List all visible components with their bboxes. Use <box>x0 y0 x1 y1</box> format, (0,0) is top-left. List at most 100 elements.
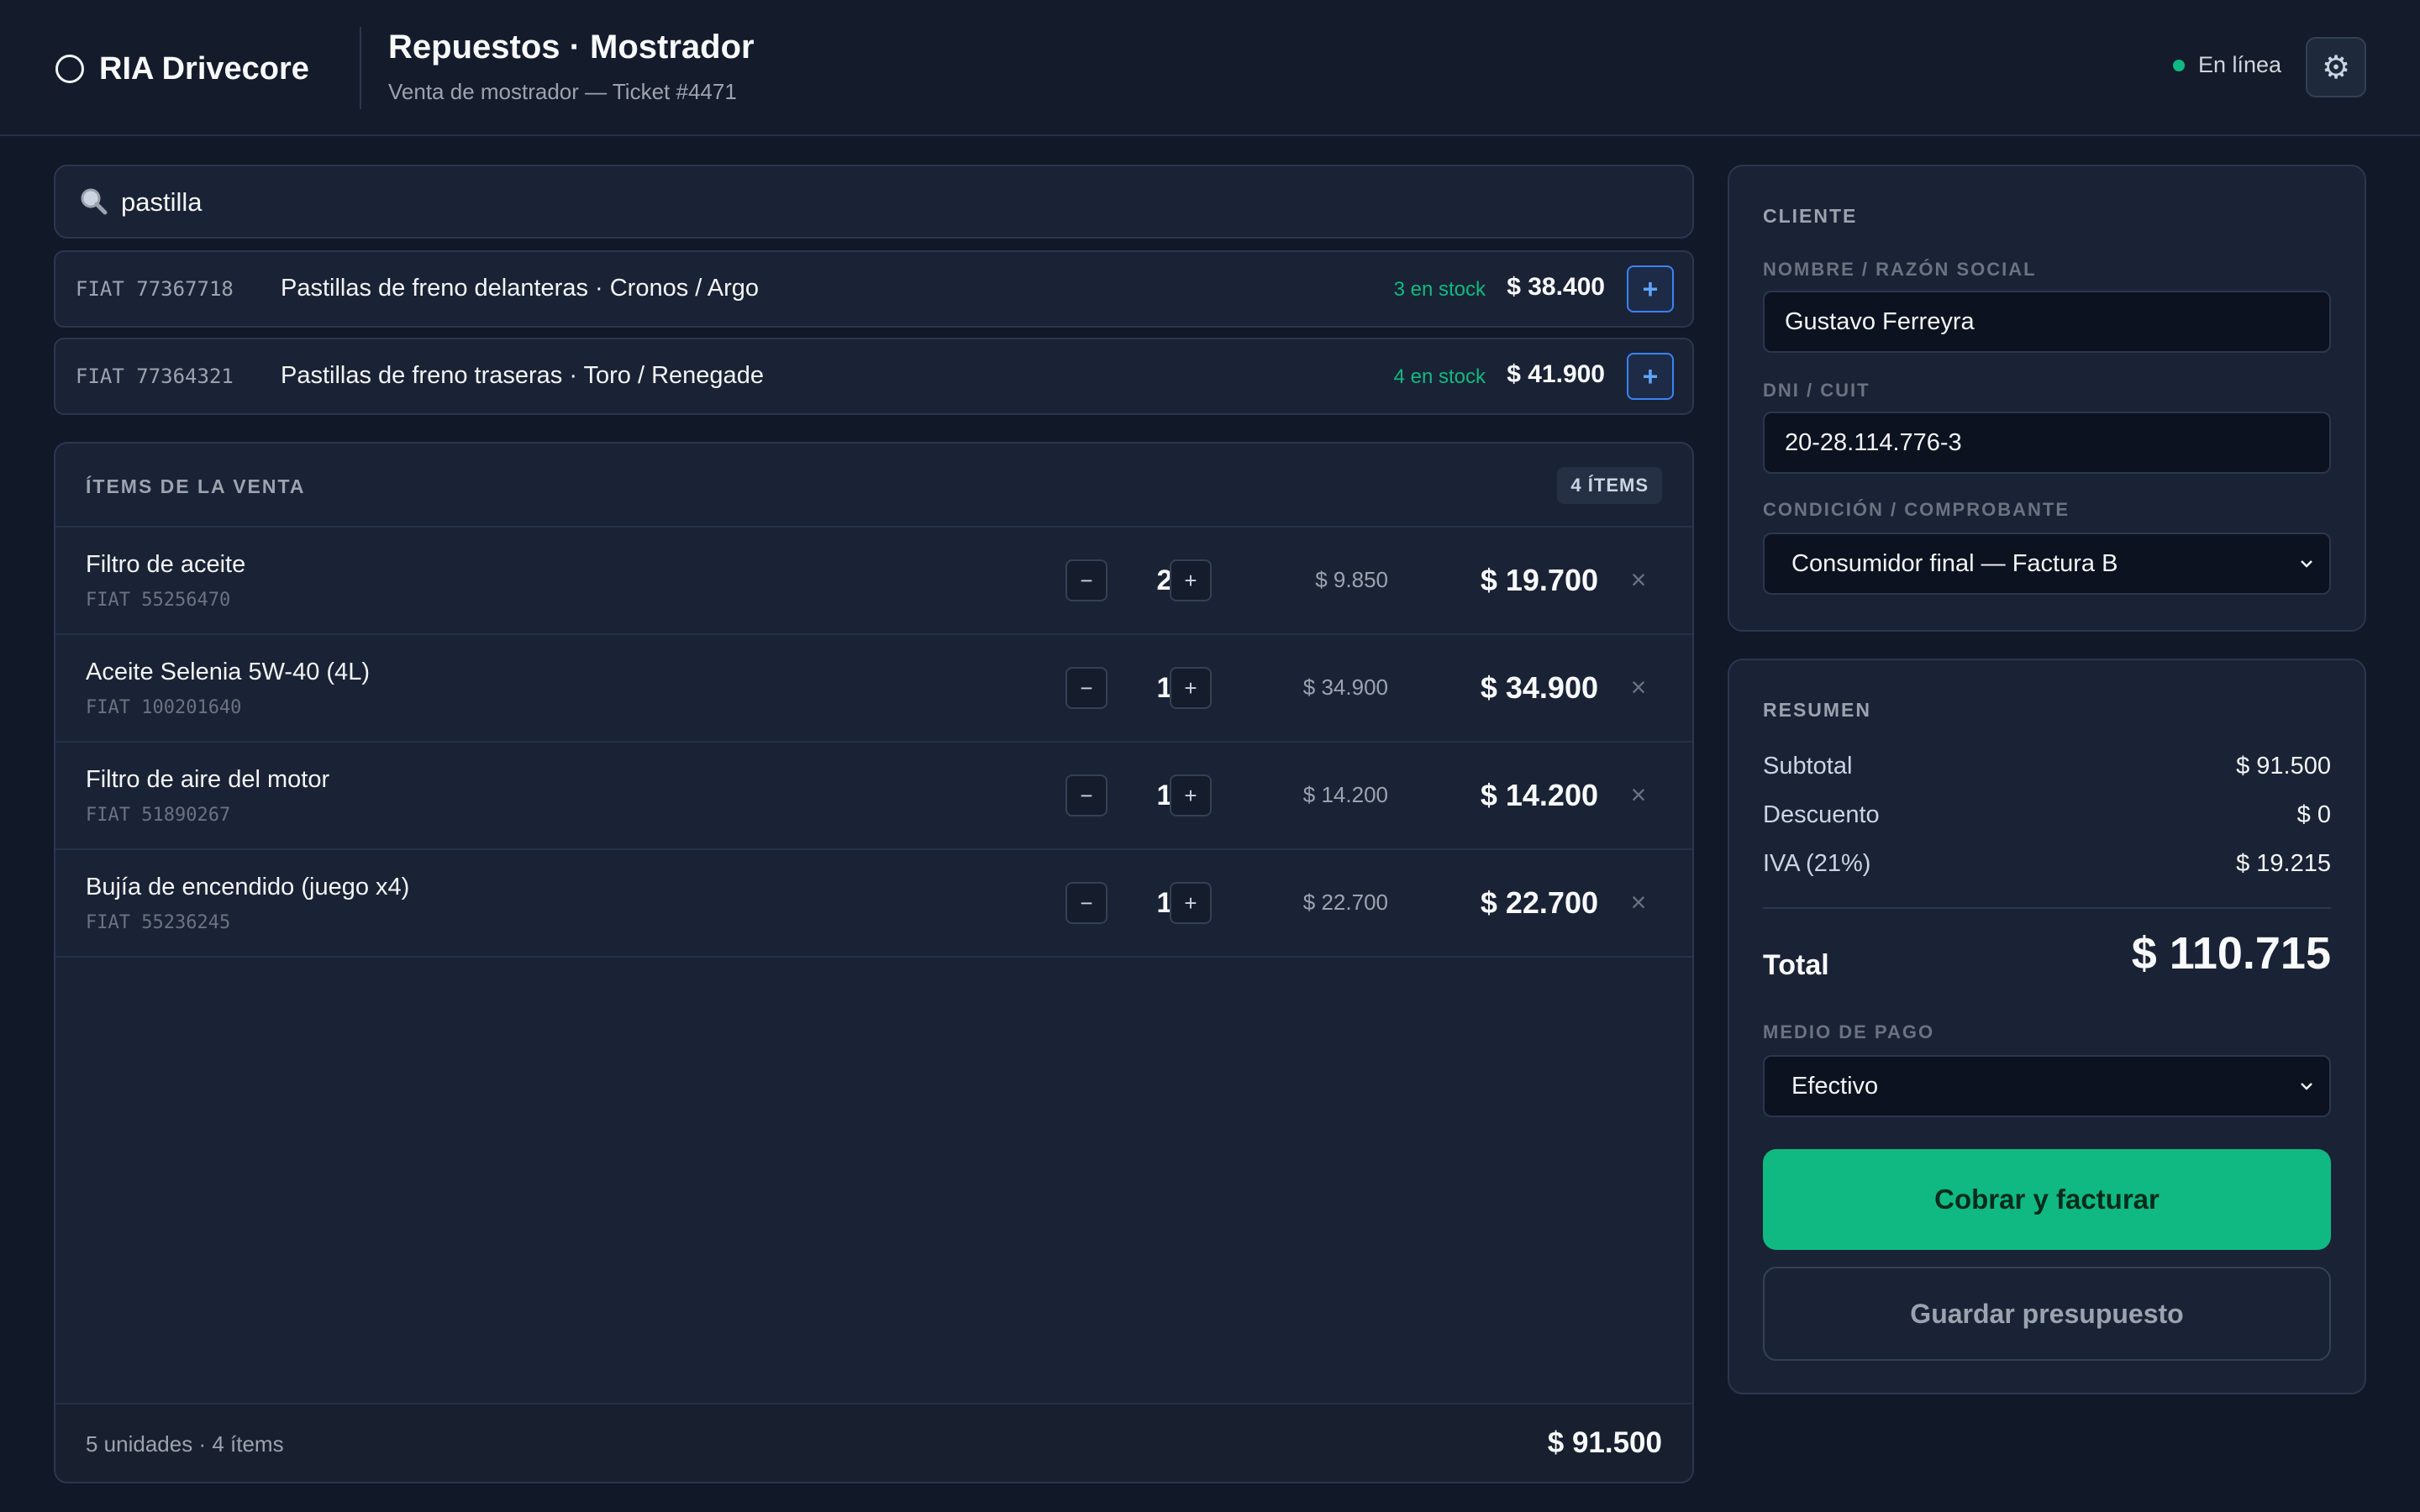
table-row: Bujía de encendido (juego x4) FIAT 55236… <box>55 850 1692 958</box>
table-row: Aceite Selenia 5W-40 (4L) FIAT 100201640… <box>55 635 1692 743</box>
table-row: Filtro de aire del motor FIAT 51890267 −… <box>55 743 1692 850</box>
subtotal-row: Subtotal $ 91.500 <box>1763 753 2331 780</box>
app-header: RIA Drivecore Repuestos · Mostrador Vent… <box>0 0 2420 136</box>
iva-row: IVA (21%) $ 19.215 <box>1763 850 2331 878</box>
item-unit-price: $ 9.850 <box>1315 567 1388 592</box>
remove-item-button[interactable]: × <box>1622 563 1655 596</box>
name-field[interactable]: Gustavo Ferreyra <box>1763 291 2331 353</box>
table-row: Filtro de aceite FIAT 55256470 − 2 + $ 9… <box>55 528 1692 635</box>
discount-label: Descuento <box>1763 801 1880 828</box>
brand: RIA Drivecore <box>55 45 309 92</box>
item-unit-price: $ 14.200 <box>1302 782 1388 807</box>
item-line-total: $ 19.700 <box>1480 563 1598 597</box>
chevron-down-icon <box>2301 560 2312 568</box>
add-to-sale-button[interactable]: + <box>1627 353 1674 400</box>
result-sku: FIAT 77367718 <box>76 277 234 301</box>
item-code: FIAT 100201640 <box>86 697 242 718</box>
item-line-total: $ 22.700 <box>1480 885 1598 920</box>
status-label: En línea <box>2198 52 2282 77</box>
decrease-qty-button[interactable]: − <box>1065 667 1107 709</box>
item-unit-price: $ 22.700 <box>1302 890 1388 915</box>
increase-qty-button[interactable]: + <box>1170 559 1212 601</box>
item-code: FIAT 55256470 <box>86 590 231 611</box>
result-stock: 4 en stock <box>1393 365 1486 388</box>
search-result[interactable]: FIAT 77364321 Pastillas de freno trasera… <box>54 338 1694 415</box>
discount-value: $ 0 <box>2296 801 2331 828</box>
condition-value: Consumidor final — Factura B <box>1791 549 2118 577</box>
item-line-total: $ 34.900 <box>1480 670 1598 705</box>
iva-label: IVA (21%) <box>1763 850 1871 877</box>
condition-label: CONDICIÓN / COMPROBANTE <box>1763 499 2070 520</box>
items-panel-header: ÍTEMS DE LA VENTA 4 ÍTEMS <box>55 444 1692 528</box>
result-price: $ 41.900 <box>1507 360 1605 388</box>
result-stock: 3 en stock <box>1393 278 1486 301</box>
item-name: Filtro de aire del motor <box>86 766 330 793</box>
summary-card: RESUMEN Subtotal $ 91.500 Descuento $ 0 … <box>1728 659 2366 1394</box>
save-quote-label: Guardar presupuesto <box>1910 1298 2184 1329</box>
result-description: Pastillas de freno traseras · Toro / Ren… <box>281 362 764 389</box>
charge-invoice-label: Cobrar y facturar <box>1934 1184 2160 1215</box>
settings-button[interactable]: ⚙ <box>2306 37 2366 97</box>
total-label: Total <box>1763 949 1829 981</box>
remove-item-button[interactable]: × <box>1622 778 1655 811</box>
result-price: $ 38.400 <box>1507 273 1605 301</box>
total-value: $ 110.715 <box>2131 928 2331 979</box>
name-label: NOMBRE / RAZÓN SOCIAL <box>1763 259 2037 280</box>
items-panel-footer: 5 unidades · 4 ítems $ 91.500 <box>55 1403 1692 1482</box>
save-quote-button[interactable]: Guardar presupuesto <box>1763 1267 2331 1361</box>
item-code: FIAT 55236245 <box>86 912 231 933</box>
search-icon <box>81 188 108 215</box>
items-count-badge: 4 ÍTEMS <box>1557 467 1662 504</box>
payment-label: MEDIO DE PAGO <box>1763 1021 1935 1042</box>
page-title: Repuestos · Mostrador <box>388 29 755 66</box>
item-code: FIAT 51890267 <box>86 805 231 826</box>
item-name: Bujía de encendido (juego x4) <box>86 874 410 900</box>
dni-value: 20-28.114.776-3 <box>1785 428 1962 456</box>
dni-field[interactable]: 20-28.114.776-3 <box>1763 412 2331 474</box>
decrease-qty-button[interactable]: − <box>1065 882 1107 924</box>
client-card-title: CLIENTE <box>1763 205 1858 227</box>
circle-logo-icon <box>55 55 84 83</box>
gear-icon: ⚙ <box>2321 50 2351 86</box>
header-divider <box>360 27 361 109</box>
payment-select[interactable]: Efectivo <box>1763 1055 2331 1117</box>
charge-invoice-button[interactable]: Cobrar y facturar <box>1763 1149 2331 1250</box>
payment-value: Efectivo <box>1791 1072 1879 1100</box>
search-input[interactable] <box>119 178 1665 227</box>
increase-qty-button[interactable]: + <box>1170 774 1212 816</box>
remove-item-button[interactable]: × <box>1622 670 1655 704</box>
subtotal-value: $ 91.500 <box>2236 753 2331 780</box>
remove-item-button[interactable]: × <box>1622 885 1655 919</box>
search-result[interactable]: FIAT 77367718 Pastillas de freno delante… <box>54 250 1694 328</box>
dni-label: DNI / CUIT <box>1763 380 1870 401</box>
condition-select[interactable]: Consumidor final — Factura B <box>1763 533 2331 595</box>
item-name: Aceite Selenia 5W-40 (4L) <box>86 659 370 685</box>
increase-qty-button[interactable]: + <box>1170 882 1212 924</box>
result-sku: FIAT 77364321 <box>76 365 234 388</box>
client-card: CLIENTE NOMBRE / RAZÓN SOCIAL Gustavo Fe… <box>1728 165 2366 632</box>
discount-row: Descuento $ 0 <box>1763 801 2331 829</box>
page-subtitle: Venta de mostrador — Ticket #4471 <box>388 79 737 104</box>
result-description: Pastillas de freno delanteras · Cronos /… <box>281 275 760 302</box>
units-summary: 5 unidades · 4 ítems <box>86 1431 284 1457</box>
iva-value: $ 19.215 <box>2236 850 2331 877</box>
item-line-total: $ 14.200 <box>1480 778 1598 812</box>
status-dot-icon <box>2173 59 2185 71</box>
summary-divider <box>1763 907 2331 909</box>
online-status: En línea <box>2173 52 2281 78</box>
name-value: Gustavo Ferreyra <box>1785 307 1975 335</box>
summary-card-title: RESUMEN <box>1763 699 1872 721</box>
search-bar[interactable] <box>54 165 1694 239</box>
items-panel-title: ÍTEMS DE LA VENTA <box>86 475 306 497</box>
item-unit-price: $ 34.900 <box>1302 675 1388 700</box>
items-subtotal: $ 91.500 <box>1547 1426 1662 1459</box>
subtotal-label: Subtotal <box>1763 753 1853 780</box>
item-name: Filtro de aceite <box>86 551 246 578</box>
brand-name: RIA Drivecore <box>99 50 309 87</box>
increase-qty-button[interactable]: + <box>1170 667 1212 709</box>
decrease-qty-button[interactable]: − <box>1065 774 1107 816</box>
sale-items-panel: ÍTEMS DE LA VENTA 4 ÍTEMS Filtro de acei… <box>54 442 1694 1483</box>
add-to-sale-button[interactable]: + <box>1627 265 1674 312</box>
decrease-qty-button[interactable]: − <box>1065 559 1107 601</box>
chevron-down-icon <box>2301 1083 2312 1090</box>
